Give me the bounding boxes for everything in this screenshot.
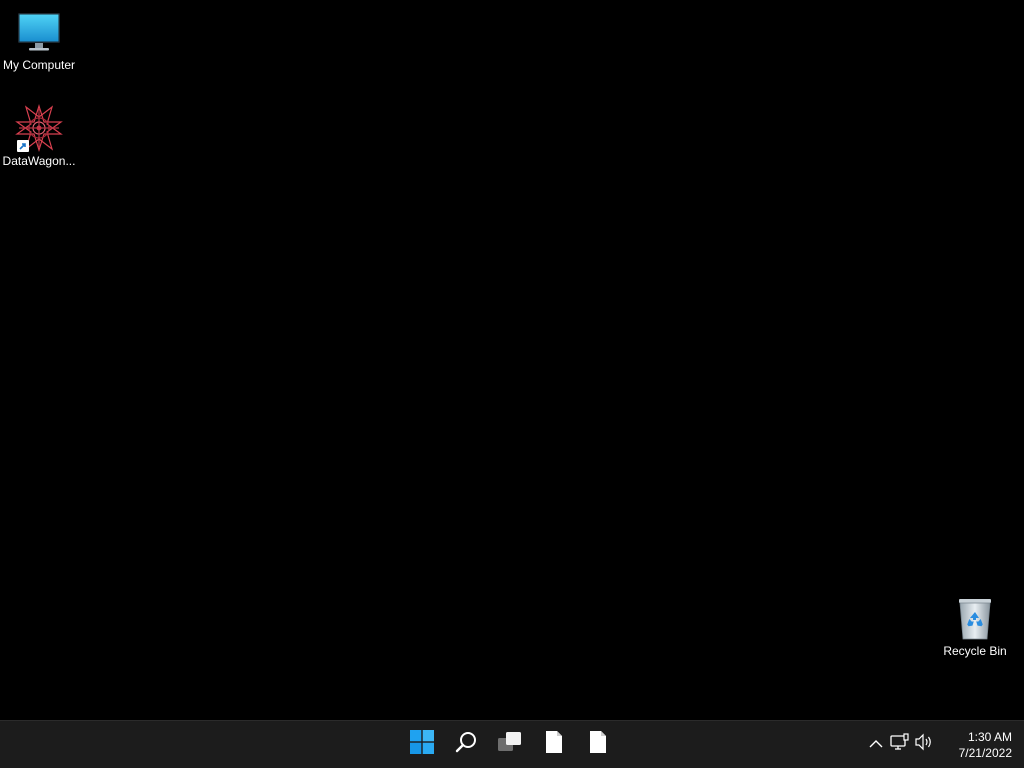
taskbar-app-1[interactable] [534, 725, 574, 765]
recycle-bin-icon [951, 594, 999, 642]
task-view-icon [497, 730, 523, 759]
datawagon-app-icon [15, 104, 63, 152]
clock-date: 7/21/2022 [958, 745, 1012, 760]
taskbar: 1:30 AM 7/21/2022 [0, 720, 1024, 768]
monitor-icon [15, 8, 63, 56]
network-button[interactable] [888, 729, 912, 761]
desktop: My Computer DataWagon... Recycle Bin [0, 0, 1024, 720]
desktop-icon-label: Recycle Bin [943, 644, 1007, 658]
clock-button[interactable]: 1:30 AM 7/21/2022 [942, 729, 1012, 761]
shortcut-arrow-icon [17, 140, 29, 152]
windows-logo-icon [410, 730, 434, 759]
desktop-icon-label: My Computer [2, 58, 76, 72]
taskbar-pinned-apps [400, 721, 620, 768]
start-button[interactable] [402, 725, 442, 765]
blank-file-icon [588, 730, 608, 759]
task-view-button[interactable] [490, 725, 530, 765]
search-icon [454, 730, 478, 759]
system-tray: 1:30 AM 7/21/2022 [864, 721, 1024, 768]
clock-time: 1:30 AM [967, 729, 1012, 744]
blank-file-icon [544, 730, 564, 759]
search-button[interactable] [446, 725, 486, 765]
network-icon [890, 733, 910, 756]
taskbar-app-2[interactable] [578, 725, 618, 765]
volume-icon [914, 733, 934, 756]
desktop-icon-label: DataWagon... [2, 154, 76, 168]
desktop-icon-my-computer[interactable]: My Computer [0, 8, 78, 73]
volume-button[interactable] [912, 729, 936, 761]
desktop-icon-recycle-bin[interactable]: Recycle Bin [936, 594, 1014, 659]
chevron-up-icon [869, 736, 883, 754]
desktop-icon-datawagon[interactable]: DataWagon... [0, 104, 78, 169]
show-hidden-icons-button[interactable] [864, 729, 888, 761]
